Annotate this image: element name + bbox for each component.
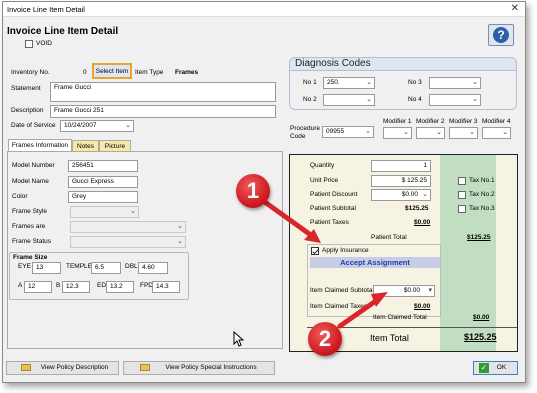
callout-arrow-2 bbox=[337, 295, 383, 329]
callout-arrow-1 bbox=[259, 197, 318, 241]
callout-badge-1: 1 bbox=[236, 174, 270, 208]
callout-badge-2: 2 bbox=[308, 322, 342, 356]
